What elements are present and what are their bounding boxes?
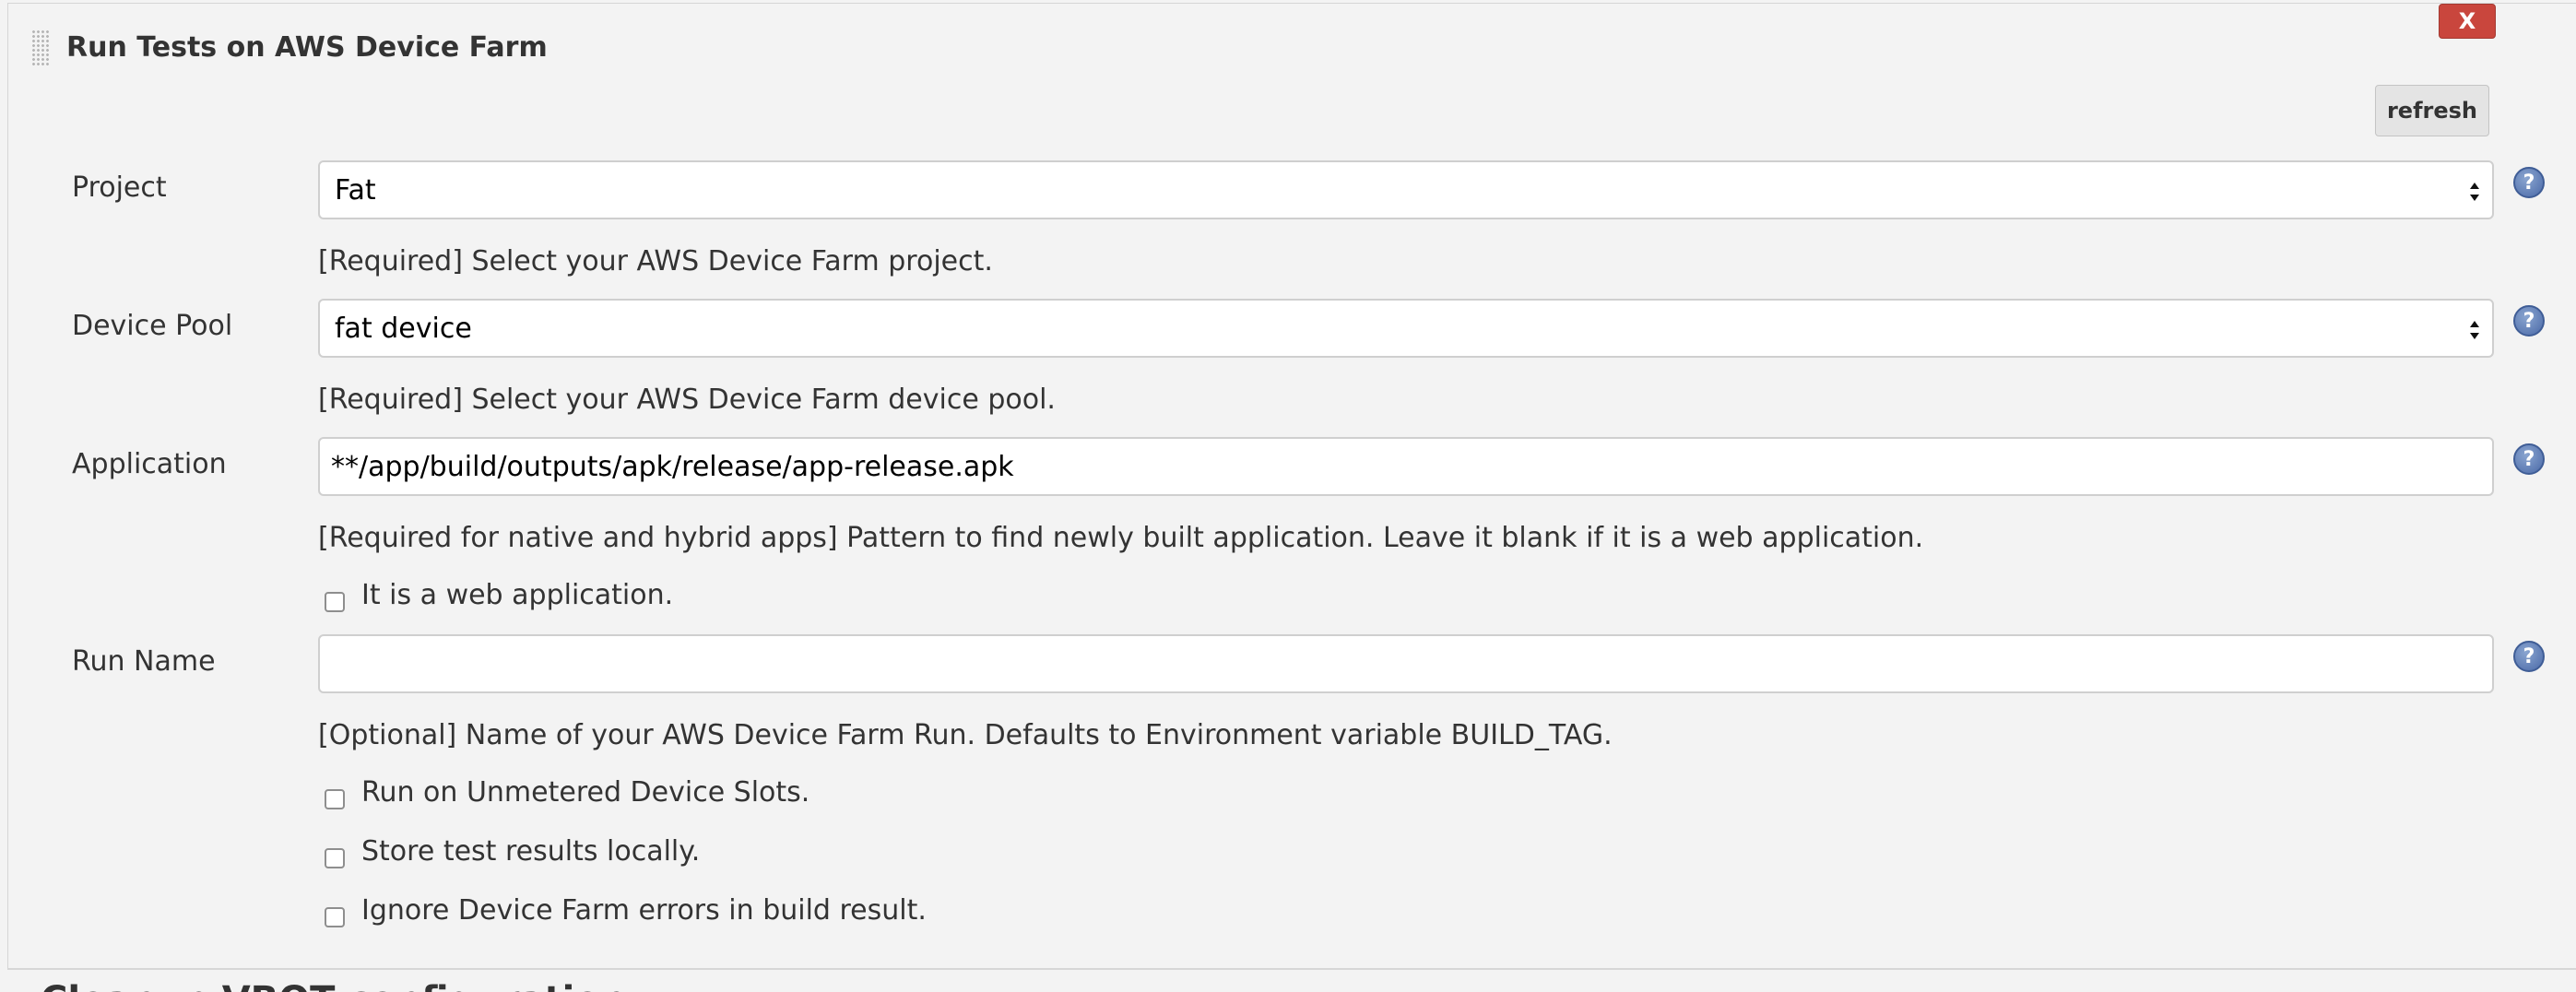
web-app-checkbox-row[interactable]: It is a web application. (325, 577, 673, 614)
application-input-field[interactable] (331, 450, 2492, 483)
project-label: Project (72, 171, 167, 204)
unmetered-slots-checkbox-label: Run on Unmetered Device Slots. (361, 776, 810, 809)
device-pool-select[interactable]: fat device (318, 299, 2494, 358)
next-section-title-text: Cleanup VBOT configuration (41, 979, 626, 992)
select-arrows-icon (2470, 183, 2479, 201)
help-icon[interactable]: ? (2513, 167, 2545, 198)
application-input[interactable] (318, 437, 2494, 496)
run-name-input-field[interactable] (331, 647, 2492, 680)
run-name-label: Run Name (72, 645, 216, 678)
run-name-help-text: [Optional] Name of your AWS Device Farm … (318, 719, 1613, 751)
drag-handle-icon[interactable] (31, 30, 50, 66)
select-arrows-icon (2470, 321, 2479, 339)
run-name-input[interactable] (318, 634, 2494, 693)
unmetered-slots-checkbox-row[interactable]: Run on Unmetered Device Slots. (325, 774, 809, 811)
device-pool-label: Device Pool (72, 310, 233, 342)
store-results-checkbox-row[interactable]: Store test results locally. (325, 833, 700, 870)
help-icon[interactable]: ? (2513, 641, 2545, 672)
next-section-title: Cleanup VBOT configuration (41, 975, 626, 992)
help-icon[interactable]: ? (2513, 305, 2545, 337)
project-select[interactable]: Fat (318, 160, 2494, 219)
ignore-errors-checkbox[interactable] (325, 907, 345, 927)
device-pool-select-value: fat device (335, 312, 472, 345)
ignore-errors-checkbox-label: Ignore Device Farm errors in build resul… (361, 894, 927, 927)
device-pool-help-text: [Required] Select your AWS Device Farm d… (318, 384, 1056, 416)
section-title: Run Tests on AWS Device Farm (66, 31, 548, 64)
application-label: Application (72, 448, 227, 480)
unmetered-slots-checkbox[interactable] (325, 789, 345, 809)
delete-step-button[interactable]: X (2439, 4, 2496, 39)
project-help-text: [Required] Select your AWS Device Farm p… (318, 245, 993, 278)
ignore-errors-checkbox-row[interactable]: Ignore Device Farm errors in build resul… (325, 892, 927, 929)
web-app-checkbox[interactable] (325, 592, 345, 612)
help-icon[interactable]: ? (2513, 443, 2545, 475)
application-help-text: [Required for native and hybrid apps] Pa… (318, 522, 1924, 554)
project-select-value: Fat (335, 173, 376, 207)
store-results-checkbox[interactable] (325, 848, 345, 868)
section-divider (7, 968, 2576, 970)
refresh-button[interactable]: refresh (2375, 85, 2489, 136)
store-results-checkbox-label: Store test results locally. (361, 835, 701, 868)
web-app-checkbox-label: It is a web application. (361, 579, 674, 611)
